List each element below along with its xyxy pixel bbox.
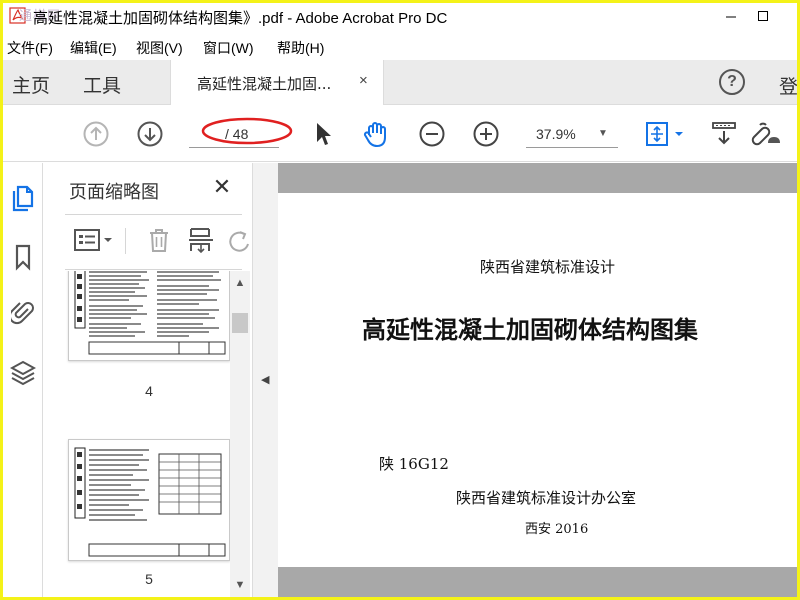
- next-page-button[interactable]: [136, 120, 164, 148]
- navigation-rail: [3, 163, 43, 597]
- collapse-panel-icon[interactable]: ◀: [261, 373, 269, 386]
- thumbnail-5-label: 5: [145, 571, 153, 587]
- layers-button[interactable]: [9, 359, 37, 387]
- thumbnail-list: 4 5: [65, 271, 230, 597]
- maximize-button[interactable]: [741, 3, 785, 29]
- panel-tool-separator: [125, 228, 126, 254]
- thumbnail-options-button[interactable]: [73, 226, 117, 254]
- delete-page-button[interactable]: [145, 226, 173, 254]
- panel-title: 页面缩略图: [69, 182, 159, 203]
- zoom-caret-icon: ▼: [598, 128, 608, 139]
- title-bar: 通棋网 高延性混凝土加固砌体结构图集》.pdf - Adobe Acrobat …: [3, 3, 797, 29]
- minimize-icon: [726, 16, 736, 18]
- tab-bar: 主页 工具 高延性混凝土加固... × ? 登: [3, 60, 797, 105]
- page-thumbnails-icon: [12, 185, 34, 212]
- scroll-down-icon[interactable]: ▼: [230, 577, 250, 593]
- thumbnail-4-preview: [74, 271, 226, 355]
- page-thumbnails-button[interactable]: [9, 185, 37, 213]
- scroll-mode-icon: [712, 122, 736, 145]
- publisher-heading: 陕西省建筑标准设计: [480, 258, 616, 276]
- thumbnail-4-label: 4: [145, 383, 153, 399]
- arrow-down-icon: [137, 121, 163, 147]
- thumbnail-5-preview: [74, 447, 226, 557]
- hand-tool-button[interactable]: [360, 119, 392, 149]
- toolbar: / 48 37.9% ▼: [3, 106, 797, 162]
- panel-close-button[interactable]: ✕: [210, 174, 234, 199]
- attachment-icon: [11, 302, 34, 325]
- menu-edit[interactable]: 编辑(E): [70, 38, 117, 58]
- thumbnail-options-icon: [74, 229, 112, 251]
- maximize-icon: [758, 11, 768, 21]
- document-tab-close-button[interactable]: ×: [359, 72, 368, 89]
- attachments-button[interactable]: [9, 299, 37, 327]
- menu-window[interactable]: 窗口(W): [203, 38, 254, 58]
- help-button[interactable]: ?: [719, 69, 745, 95]
- share-link-button[interactable]: [747, 118, 783, 150]
- scroll-mode-button[interactable]: [709, 119, 739, 149]
- extract-page-icon: [189, 228, 213, 254]
- bookmark-icon: [15, 244, 31, 271]
- zoom-level-value: 37.9%: [536, 126, 576, 142]
- menu-file[interactable]: 文件(F): [7, 38, 53, 58]
- standard-code: 陕 16G12: [379, 455, 449, 473]
- tab-document[interactable]: 高延性混凝土加固... ×: [170, 60, 384, 105]
- acrobat-window: 通棋网 高延性混凝土加固砌体结构图集》.pdf - Adobe Acrobat …: [3, 3, 797, 597]
- zoom-in-button[interactable]: [472, 120, 500, 148]
- panel-toolbar: [65, 218, 251, 262]
- zoom-out-icon: [419, 121, 445, 147]
- annotation-ellipse: [201, 117, 293, 145]
- previous-page-button[interactable]: [82, 120, 110, 148]
- place-and-year: 西安 2016: [525, 522, 589, 537]
- bookmarks-button[interactable]: [9, 243, 37, 271]
- window-title: 高延性混凝土加固砌体结构图集》.pdf - Adobe Acrobat Pro …: [33, 10, 448, 27]
- zoom-in-icon: [473, 121, 499, 147]
- rotate-page-icon: [229, 231, 249, 252]
- menu-view[interactable]: 视图(V): [136, 38, 183, 58]
- select-cursor-icon: [317, 123, 331, 145]
- arrow-up-icon: [83, 121, 109, 147]
- hand-tool-icon: [363, 122, 386, 147]
- panel-divider-lower: [65, 269, 242, 270]
- tab-tools[interactable]: 工具: [83, 71, 121, 98]
- panel-divider: [65, 214, 242, 215]
- thumbnail-scrollbar[interactable]: ▲ ▼: [230, 271, 250, 597]
- signin-button[interactable]: 登: [779, 72, 797, 99]
- scroll-up-icon[interactable]: ▲: [230, 275, 250, 291]
- document-page[interactable]: 陕西省建筑标准设计 高延性混凝土加固砌体结构图集 陕 16G12 陕西省建筑标准…: [278, 193, 797, 567]
- delete-page-icon: [150, 229, 168, 252]
- zoom-level-dropdown[interactable]: 37.9% ▼: [526, 121, 618, 148]
- tab-home[interactable]: 主页: [12, 71, 50, 98]
- menu-help[interactable]: 帮助(H): [277, 38, 324, 58]
- page-thumbnail-4[interactable]: [68, 271, 230, 361]
- scrollbar-thumb[interactable]: [232, 313, 248, 333]
- page-fit-icon: [646, 122, 683, 146]
- extract-page-button[interactable]: [186, 226, 216, 254]
- layers-icon: [10, 360, 36, 386]
- document-title: 高延性混凝土加固砌体结构图集: [362, 316, 698, 344]
- zoom-out-button[interactable]: [418, 120, 446, 148]
- thumbnails-panel: 页面缩略图 ✕ 4 5 ▲ ▼: [44, 163, 251, 597]
- menu-bar: 文件(F) 编辑(E) 视图(V) 窗口(W) 帮助(H): [3, 35, 797, 57]
- issuing-office: 陕西省建筑标准设计办公室: [456, 489, 637, 507]
- page-thumbnail-5[interactable]: [68, 439, 230, 561]
- share-link-icon: [751, 122, 780, 146]
- document-tab-label: 高延性混凝土加固...: [197, 75, 332, 93]
- page-fit-button[interactable]: [641, 119, 687, 149]
- select-tool-button[interactable]: [311, 120, 335, 148]
- rotate-page-button[interactable]: [227, 226, 251, 254]
